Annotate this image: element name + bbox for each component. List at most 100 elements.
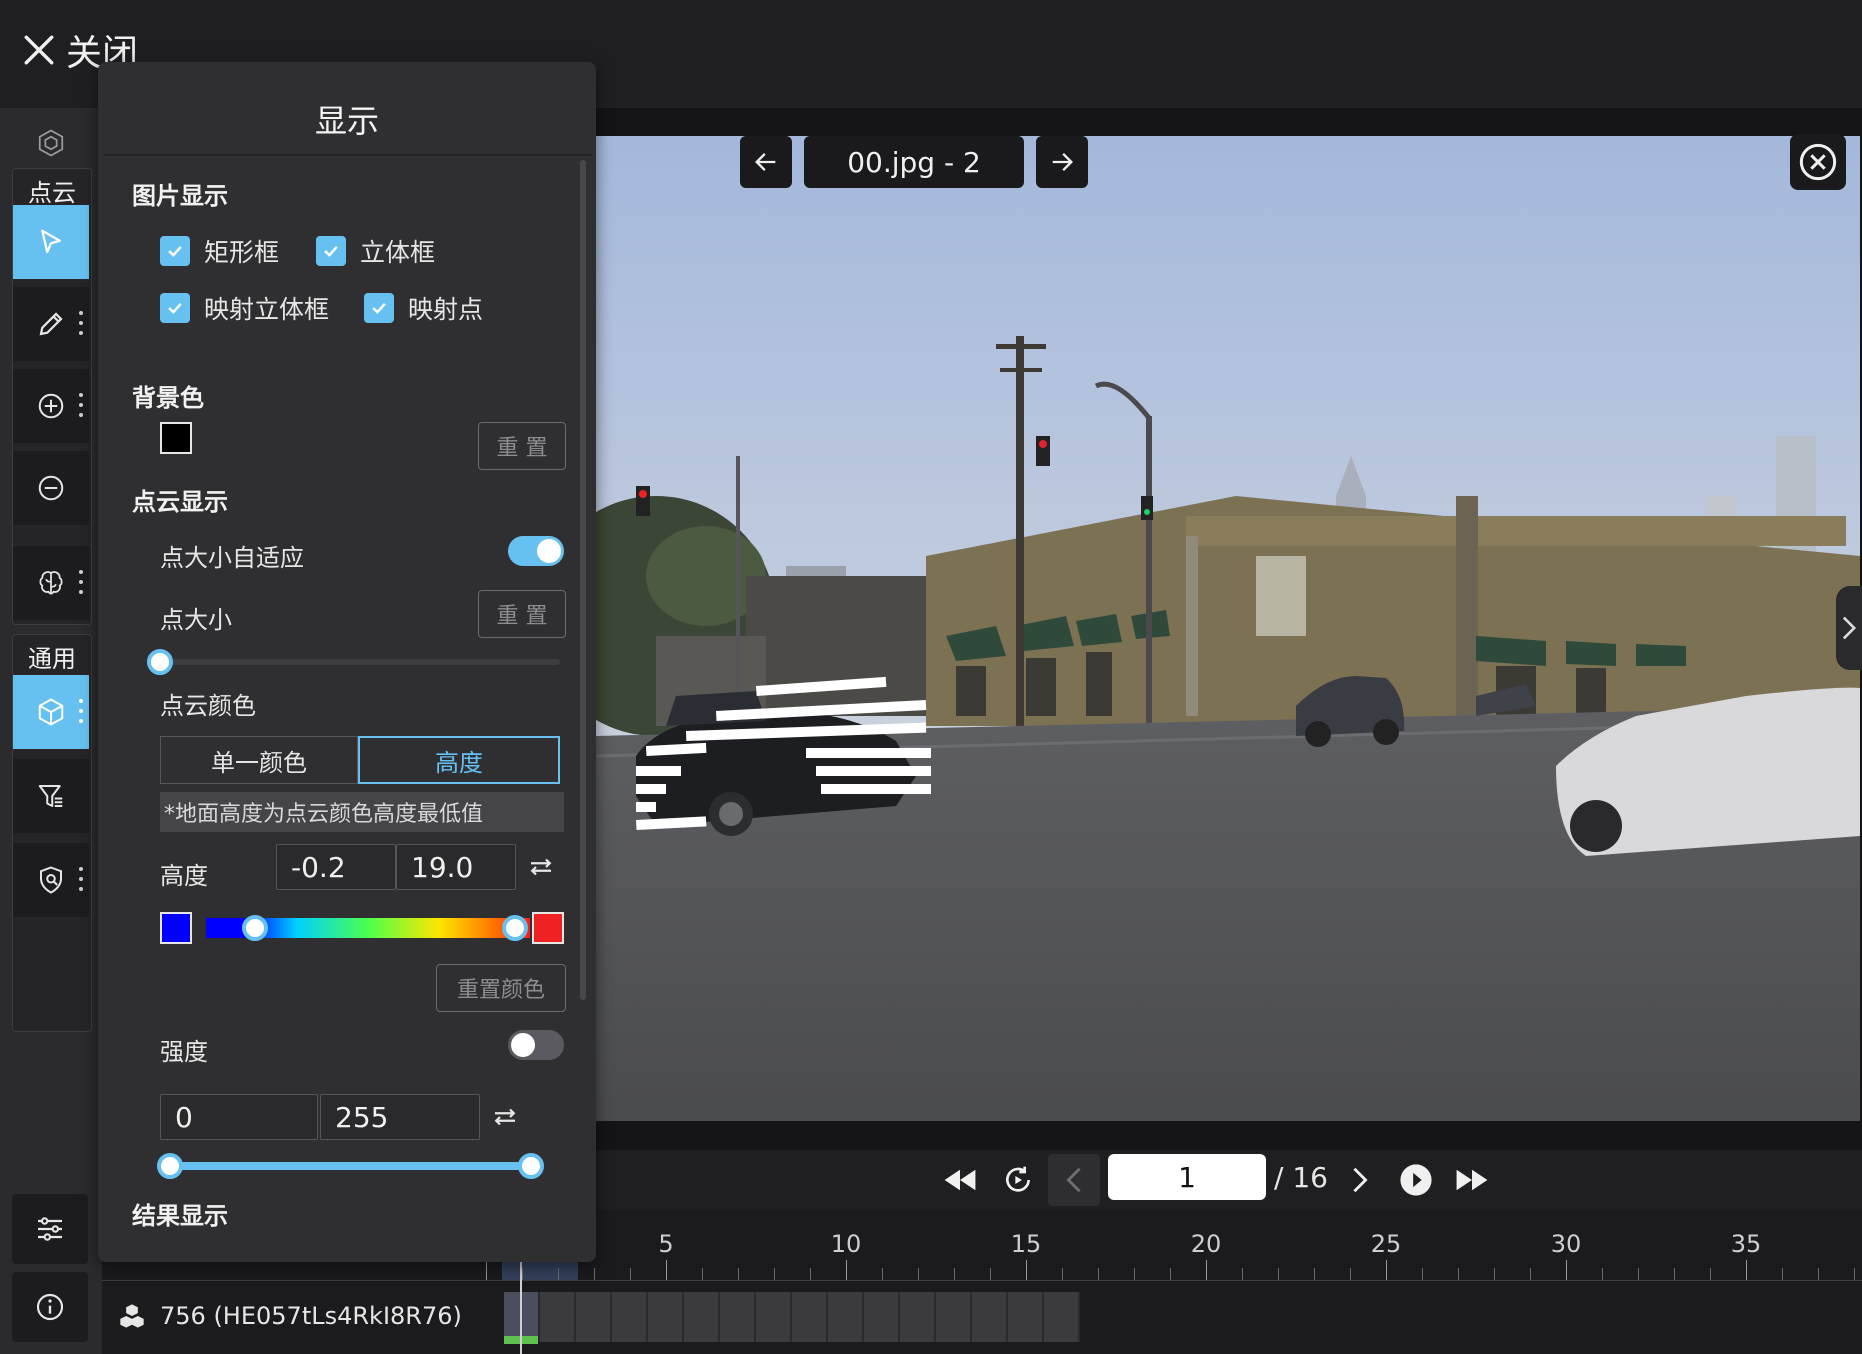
intensity-max-knob[interactable] — [518, 1153, 544, 1179]
more-options-icon[interactable] — [79, 570, 83, 594]
gradient-high-knob[interactable] — [502, 915, 528, 941]
track-frame-cell[interactable] — [864, 1292, 900, 1342]
settings-button[interactable] — [12, 1194, 88, 1264]
track-frame-cell[interactable] — [504, 1292, 540, 1342]
next-image-button[interactable] — [1036, 136, 1088, 188]
filter-tool-button[interactable] — [13, 759, 89, 833]
swap-intensity-button[interactable] — [490, 1102, 520, 1132]
cube-tool-button[interactable] — [13, 675, 89, 749]
panel-scrollbar[interactable] — [580, 160, 586, 1000]
auto-size-toggle[interactable] — [508, 536, 564, 566]
more-options-icon[interactable] — [79, 867, 83, 891]
close-image-button[interactable] — [1790, 134, 1846, 190]
track-frame-cell[interactable] — [792, 1292, 828, 1342]
track-frame-cell[interactable] — [720, 1292, 756, 1342]
track-frame-cell[interactable] — [612, 1292, 648, 1342]
timeline-tick — [1602, 1268, 1603, 1280]
track-frame-cell[interactable] — [1044, 1292, 1080, 1342]
track-frame-cell[interactable] — [828, 1292, 864, 1342]
track-frame-cell[interactable] — [972, 1292, 1008, 1342]
intensity-slider-track[interactable] — [170, 1162, 532, 1170]
height-max-input[interactable]: 19.0 — [396, 844, 516, 890]
track-frame-cell[interactable] — [684, 1292, 720, 1342]
timeline-tick — [1782, 1268, 1783, 1280]
select-tool-button[interactable] — [13, 205, 89, 279]
chevron-right-icon — [1842, 616, 1857, 640]
reset-color-button[interactable]: 重置颜色 — [436, 964, 566, 1012]
checkbox-projected-3d-box[interactable]: 映射立体框 — [160, 290, 329, 326]
rewind-icon — [944, 1169, 976, 1191]
previous-image-button[interactable] — [740, 136, 792, 188]
auto-size-label: 点大小自适应 — [160, 544, 304, 572]
height-min-input[interactable]: -0.2 — [276, 844, 396, 890]
timeline-tick-label: 30 — [1550, 1230, 1582, 1258]
more-options-icon[interactable] — [79, 393, 83, 417]
background-color-swatch[interactable] — [160, 422, 192, 454]
timeline-tick — [1350, 1268, 1351, 1280]
timeline-tick — [1854, 1268, 1855, 1280]
add-point-tool-button[interactable] — [13, 369, 89, 443]
swap-range-button[interactable] — [526, 852, 556, 882]
timeline-tick — [1386, 1260, 1387, 1280]
track-frame-cell[interactable] — [936, 1292, 972, 1342]
pencil-tool-button[interactable] — [13, 287, 89, 361]
ai-tool-group — [12, 544, 92, 625]
track-frame-cell[interactable] — [540, 1292, 576, 1342]
timeline-tick — [1206, 1260, 1207, 1280]
track-frame-cell[interactable] — [900, 1292, 936, 1342]
track-frame-cell[interactable] — [648, 1292, 684, 1342]
timeline-tick — [1026, 1260, 1027, 1280]
track-frame-cell[interactable] — [1008, 1292, 1044, 1342]
color-mode-height[interactable]: 高度 — [358, 736, 560, 784]
more-options-icon[interactable] — [79, 699, 83, 723]
check-icon — [160, 293, 190, 323]
track-frame-cell[interactable] — [756, 1292, 792, 1342]
more-options-icon[interactable] — [79, 311, 83, 335]
frame-number-input[interactable] — [1108, 1154, 1266, 1200]
info-button[interactable] — [12, 1272, 88, 1342]
timeline-tick — [1710, 1268, 1711, 1280]
playhead[interactable] — [520, 1262, 522, 1354]
check-icon — [160, 236, 190, 266]
next-frame-button[interactable] — [1338, 1158, 1382, 1202]
fast-forward-button[interactable] — [1450, 1158, 1494, 1202]
track-row-label[interactable]: 756 (HE057tLs4RkI8R76) — [118, 1298, 462, 1334]
point-size-reset-button[interactable]: 重 置 — [478, 590, 566, 638]
sliders-icon — [38, 1217, 62, 1241]
remove-point-tool-button[interactable] — [13, 451, 89, 525]
gradient-high-color-swatch[interactable] — [532, 912, 564, 944]
pencil-icon — [39, 312, 63, 336]
rewind-button[interactable] — [938, 1158, 982, 1202]
minus-circle-icon — [38, 475, 64, 501]
loop-play-button[interactable] — [996, 1158, 1040, 1202]
checkbox-label: 映射立体框 — [204, 295, 330, 324]
point-size-slider-track[interactable] — [160, 659, 560, 665]
expand-side-panel-button[interactable] — [1836, 586, 1862, 670]
timeline-tick — [558, 1268, 559, 1280]
play-button[interactable] — [1394, 1158, 1438, 1202]
color-mode-single[interactable]: 单一颜色 — [160, 736, 358, 784]
checkbox-projected-points[interactable]: 映射点 — [364, 290, 483, 326]
checkbox-rect-box[interactable]: 矩形框 — [160, 233, 279, 269]
previous-frame-button[interactable] — [1048, 1154, 1100, 1206]
timeline-tick — [1098, 1268, 1099, 1280]
ai-tool-button[interactable] — [13, 546, 89, 620]
checkbox-3d-box[interactable]: 立体框 — [316, 233, 435, 269]
point-size-slider-knob[interactable] — [147, 649, 173, 675]
intensity-max-input[interactable]: 255 — [320, 1094, 480, 1140]
gradient-low-knob[interactable] — [242, 915, 268, 941]
timeline-tick — [1458, 1268, 1459, 1280]
timeline-tick-label: 15 — [1010, 1230, 1042, 1258]
intensity-min-input[interactable]: 0 — [160, 1094, 318, 1140]
camera-image[interactable] — [596, 136, 1860, 1121]
pointcloud-logo-icon — [38, 129, 64, 157]
height-note: *地面高度为点云颜色高度最低值 — [160, 792, 564, 832]
search-shield-tool-button[interactable] — [13, 843, 89, 917]
point-size-label: 点大小 — [160, 606, 232, 634]
close-icon — [24, 35, 54, 65]
background-reset-button[interactable]: 重 置 — [478, 422, 566, 470]
intensity-toggle[interactable] — [508, 1030, 564, 1060]
gradient-low-color-swatch[interactable] — [160, 912, 192, 944]
track-frame-cell[interactable] — [576, 1292, 612, 1342]
intensity-min-knob[interactable] — [157, 1153, 183, 1179]
